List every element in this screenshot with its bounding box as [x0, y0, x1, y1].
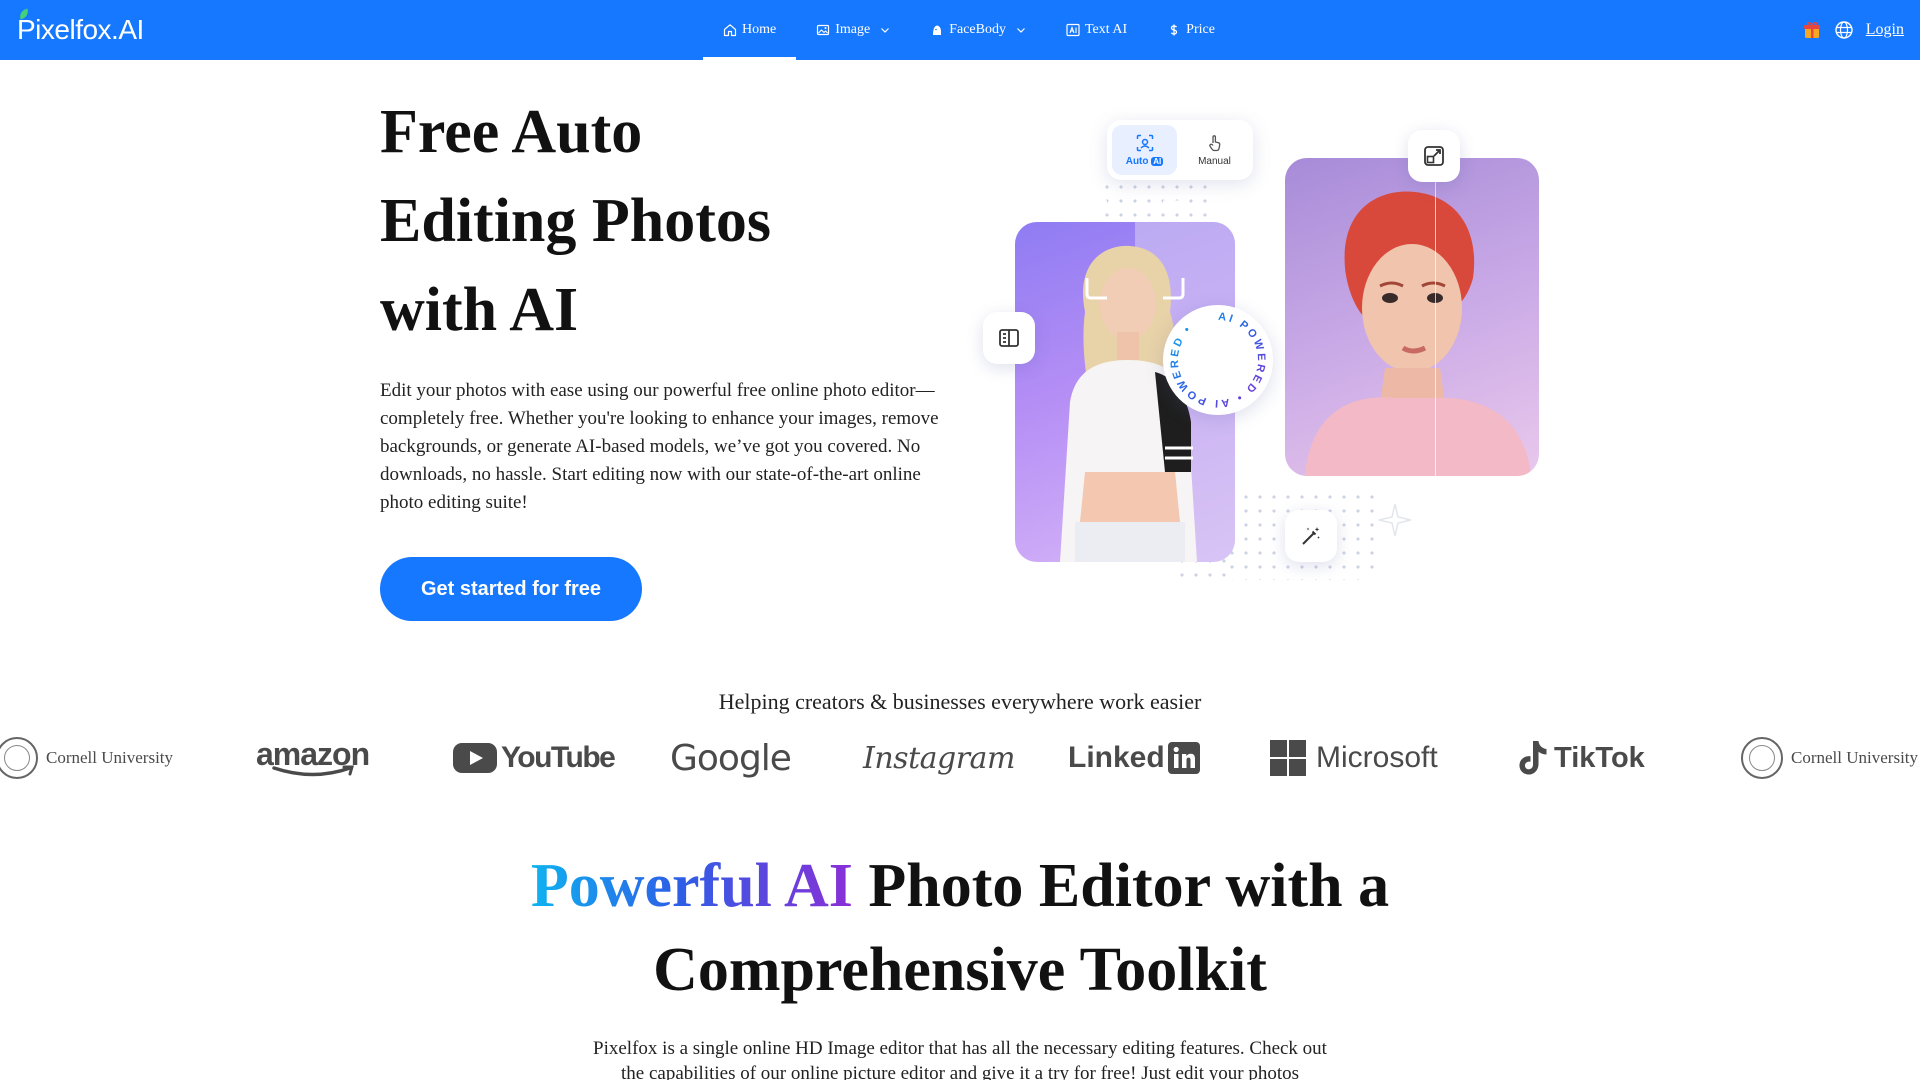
login-link[interactable]: Login [1866, 21, 1904, 39]
cornell-seal-icon [1741, 737, 1783, 779]
logo-text: Pixelfox.AI [17, 14, 144, 45]
ai-powered-text: AI POWERED • AI POWERED • [1169, 311, 1265, 410]
face-icon [930, 23, 944, 37]
instagram-logo: Instagram [863, 730, 1015, 786]
image-icon [816, 23, 830, 37]
hero-title-line: Editing Photos [380, 187, 772, 255]
resize-button[interactable] [1408, 130, 1460, 182]
red-hair-portrait-illustration [1305, 191, 1531, 476]
sparkle-icon [1378, 503, 1412, 537]
get-started-button[interactable]: Get started for free [380, 557, 642, 621]
nav-item-image[interactable]: Image [796, 0, 910, 60]
svg-text:AI POWERED • AI POWERED •: AI POWERED • AI POWERED • [1169, 311, 1267, 410]
nav-item-text-ai[interactable]: Text AI [1046, 0, 1147, 60]
tiktok-logo: TikTok [1518, 730, 1645, 786]
youtube-play-icon [453, 743, 497, 773]
youtube-logo: YouTube [453, 730, 616, 786]
nav-label-text-ai: Text AI [1084, 22, 1128, 37]
mode-manual-label: Manual [1198, 155, 1231, 167]
cornell-logo: Cornell University [1741, 730, 1918, 786]
mode-toggle: Auto AI Manual [1107, 120, 1253, 180]
hero-illustration: Auto AI Manual AI POWERED • AI POWERED • [975, 100, 1555, 600]
face-scan-frame [1085, 200, 1185, 300]
ai-powered-ring-text: AI POWERED • AI POWERED • [1169, 311, 1267, 410]
main-nav: Home Image FaceBody Text AI Price [703, 0, 1235, 60]
nav-label-home: Home [742, 22, 777, 37]
chevron-down-icon [880, 25, 890, 35]
face-scan-icon [1136, 134, 1153, 151]
compare-button[interactable] [983, 312, 1035, 364]
microsoft-windows-icon [1270, 740, 1306, 776]
amazon-smile-icon [271, 765, 354, 777]
hero-title-line: Free Auto [380, 98, 643, 166]
toolkit-section-description: Pixelfox is a single online HD Image edi… [593, 1038, 1327, 1080]
ai-chip: AI [1151, 156, 1164, 166]
magic-wand-icon [1302, 527, 1320, 545]
brand-logo-strip: Cornell University amazon YouTube Google… [0, 730, 1920, 786]
brand-name: YouTube [501, 741, 616, 774]
linkedin-in-icon [1167, 742, 1200, 774]
microsoft-logo: Microsoft [1270, 730, 1438, 786]
brand-name: Instagram [863, 740, 1015, 776]
gift-icon[interactable] [1802, 20, 1822, 40]
title-highlight: Powerful AI [530, 852, 853, 920]
dollar-icon [1167, 23, 1181, 37]
mode-manual-option[interactable]: Manual [1182, 125, 1247, 175]
title-rest: Photo Editor with a [868, 852, 1390, 920]
cornell-logo: Cornell University [0, 730, 173, 786]
trust-heading: Helping creators & businesses everywhere… [718, 689, 1202, 714]
mode-auto-label: Auto AI [1125, 155, 1164, 167]
magic-wand-button[interactable] [1285, 510, 1337, 562]
top-navbar: Pixelfox.AI Home Image FaceBody Text AI … [0, 0, 1920, 60]
hand-pointer-icon [1208, 134, 1220, 151]
resize-icon [1424, 146, 1444, 166]
after-photo-card [1285, 158, 1539, 476]
ai-powered-badge: AI POWERED • AI POWERED • [1163, 305, 1273, 415]
nav-label-image: Image [835, 22, 871, 37]
hero-title-line: with AI [380, 276, 579, 344]
globe-icon[interactable] [1834, 20, 1854, 40]
title-line2: Comprehensive Toolkit [653, 936, 1267, 1004]
nav-item-price[interactable]: Price [1147, 0, 1235, 60]
nav-item-facebody[interactable]: FaceBody [910, 0, 1046, 60]
nav-right-actions: Login [1802, 18, 1904, 42]
brand-name: Microsoft [1316, 741, 1438, 774]
brand-name: Cornell University [1791, 748, 1919, 767]
before-after-divider[interactable] [1435, 158, 1436, 476]
pixelfox-logo[interactable]: Pixelfox.AI [17, 8, 144, 46]
chevron-down-icon [1016, 25, 1026, 35]
hero-title: Free Auto Editing Photos with AI [380, 88, 900, 355]
amazon-logo: amazon [256, 730, 370, 786]
compare-icon [999, 329, 1019, 347]
mode-auto-option[interactable]: Auto AI [1112, 125, 1177, 175]
google-logo: Google [670, 730, 792, 786]
toolkit-section-title: Powerful AI Photo Editor with a Comprehe… [360, 844, 1560, 1012]
hero-description: Edit your photos with ease using our pow… [380, 380, 939, 513]
nav-label-facebody: FaceBody [949, 22, 1006, 37]
brand-name: TikTok [1554, 741, 1645, 774]
brand-name: Linked [1068, 741, 1165, 774]
brand-name: Google [670, 737, 792, 779]
tiktok-note-icon [1519, 741, 1547, 775]
text-ai-icon [1066, 23, 1080, 37]
brand-name: Cornell University [46, 748, 174, 767]
cornell-seal-icon [0, 737, 38, 779]
home-icon [723, 23, 737, 37]
linkedin-logo: Linked [1068, 730, 1200, 786]
nav-item-home[interactable]: Home [703, 0, 797, 60]
nav-label-price: Price [1186, 22, 1215, 37]
